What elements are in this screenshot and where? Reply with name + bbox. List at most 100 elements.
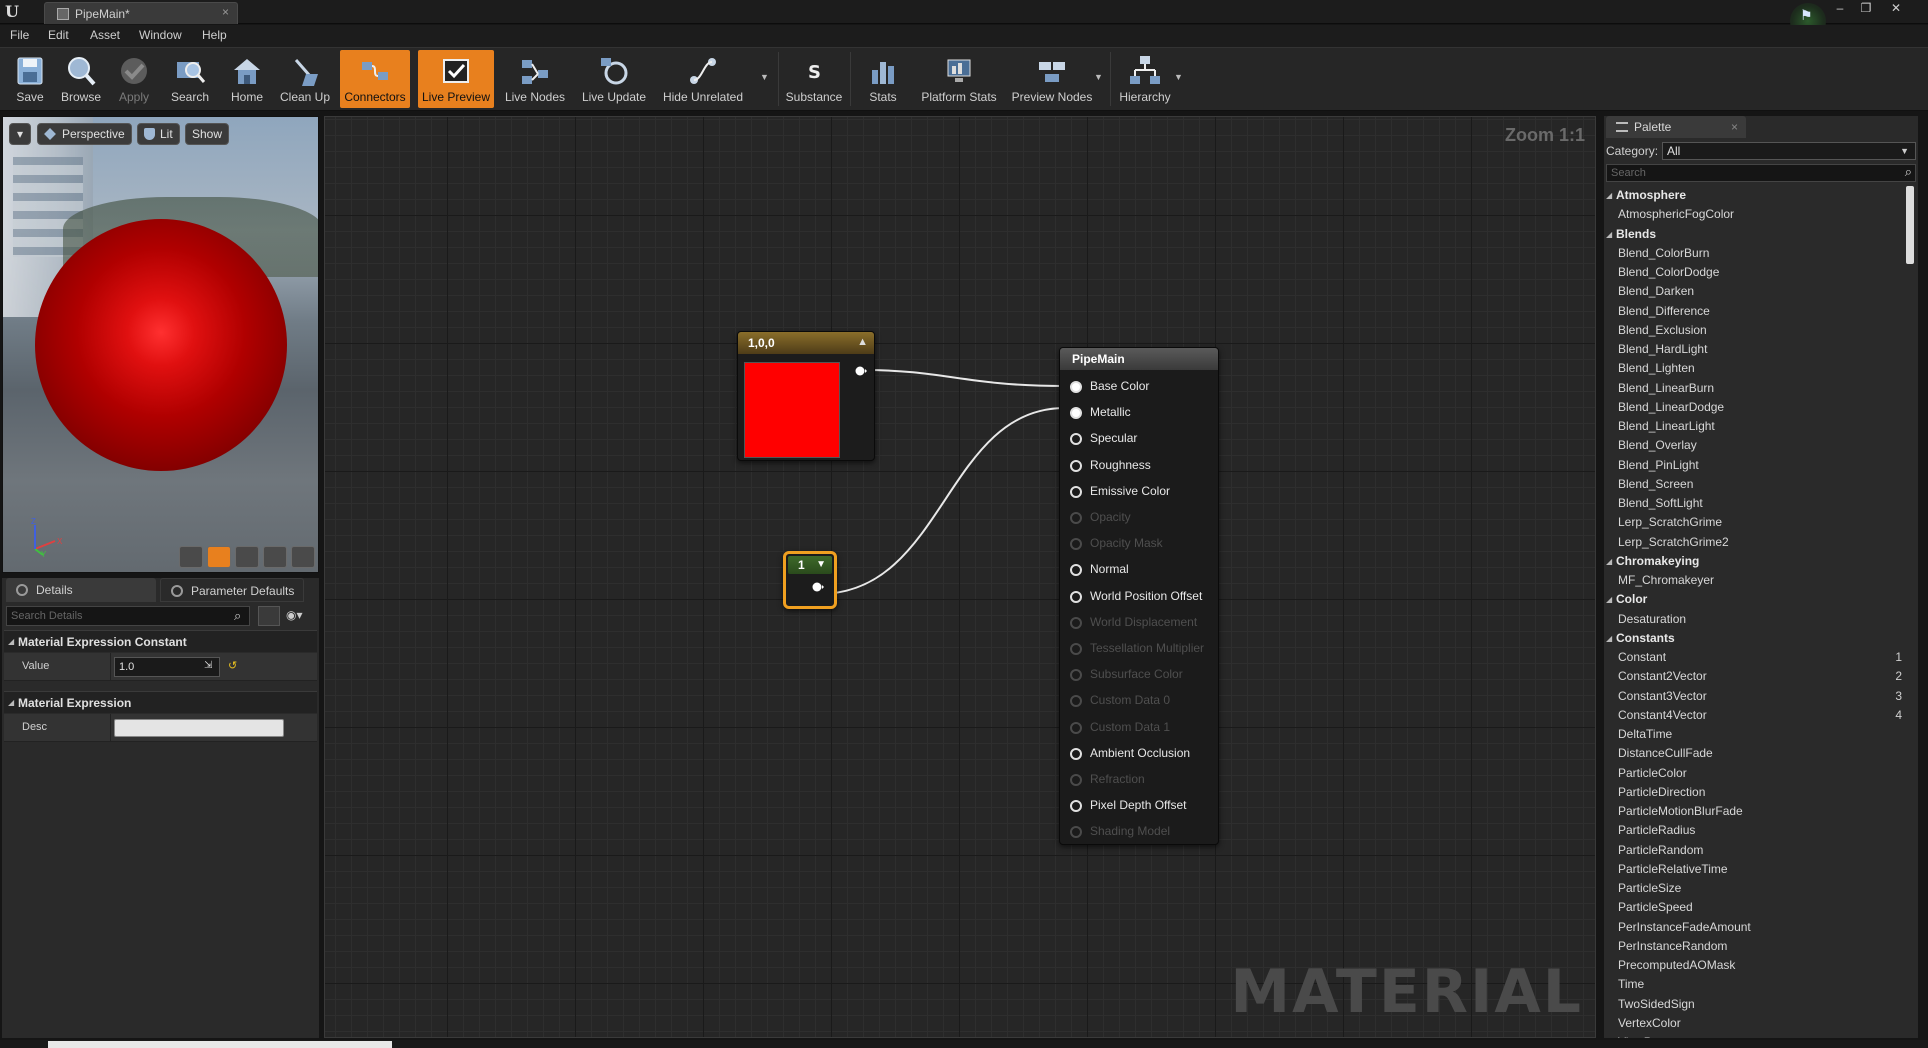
category-dropdown[interactable]: All (1662, 142, 1916, 160)
palette-category-color[interactable]: Color (1604, 590, 1904, 609)
material-graph[interactable]: Zoom 1:1 MATERIAL 1,0,0 ▲ 1 ▼ PipeMain Ba… (324, 116, 1596, 1038)
horizontal-scrollbar[interactable] (48, 1041, 392, 1048)
palette-item-vertexcolor[interactable]: VertexColor (1604, 1014, 1904, 1033)
constant3vector-node[interactable]: 1,0,0 ▲ (737, 331, 875, 461)
palette-item-blend-linearburn[interactable]: Blend_LinearBurn (1604, 379, 1904, 398)
tab-details[interactable]: Details (6, 578, 156, 602)
palette-item-blend-colordodge[interactable]: Blend_ColorDodge (1604, 263, 1904, 282)
preview-sphere-button[interactable] (207, 546, 231, 568)
palette-item-viewproperty[interactable]: ViewProperty (1604, 1033, 1904, 1038)
palette-item-blend-colorburn[interactable]: Blend_ColorBurn (1604, 244, 1904, 263)
hide-unrelated-button[interactable]: Hide Unrelated (658, 50, 748, 108)
palette-item-distancecullfade[interactable]: DistanceCullFade (1604, 744, 1904, 763)
menu-window[interactable]: Window (139, 28, 182, 42)
perspective-button[interactable]: Perspective (37, 123, 132, 145)
browse-button[interactable]: Browse (56, 50, 106, 108)
apply-button[interactable]: Apply (110, 50, 158, 108)
save-button[interactable]: Save (6, 50, 54, 108)
close-window-icon[interactable]: ✕ (1884, 0, 1908, 16)
hide-unrelated-dropdown-icon[interactable]: ▼ (760, 72, 769, 82)
menu-file[interactable]: File (10, 28, 29, 42)
hierarchy-button[interactable]: Hierarchy (1114, 50, 1176, 108)
pin-circle-icon[interactable] (1070, 459, 1082, 472)
stats-button[interactable]: Stats (858, 50, 908, 108)
palette-item-perinstancerandom[interactable]: PerInstanceRandom (1604, 937, 1904, 956)
section-material-expression-constant[interactable]: Material Expression Constant (4, 630, 317, 653)
minimize-icon[interactable]: – (1828, 0, 1852, 16)
palette-search-input[interactable]: Search (1606, 164, 1916, 182)
substance-button[interactable]: S Substance (782, 50, 846, 108)
palette-item-blend-darken[interactable]: Blend_Darken (1604, 282, 1904, 301)
pin-circle-icon[interactable] (1070, 800, 1082, 813)
palette-category-atmosphere[interactable]: Atmosphere (1604, 186, 1904, 205)
palette-item-blend-exclusion[interactable]: Blend_Exclusion (1604, 321, 1904, 340)
palette-item-perinstancefadeamount[interactable]: PerInstanceFadeAmount (1604, 918, 1904, 937)
pin-circle-icon[interactable] (1070, 433, 1082, 446)
details-search-input[interactable]: Search Details (6, 606, 250, 626)
preview-nodes-button[interactable]: Preview Nodes (1008, 50, 1096, 108)
palette-item-blend-lineardodge[interactable]: Blend_LinearDodge (1604, 398, 1904, 417)
palette-item-constant[interactable]: Constant 1 (1604, 648, 1904, 667)
preview-plane-button[interactable] (235, 546, 259, 568)
palette-item-particlerandom[interactable]: ParticleRandom (1604, 841, 1904, 860)
live-update-button[interactable]: Live Update (576, 50, 652, 108)
tab-parameter-defaults[interactable]: Parameter Defaults (160, 578, 304, 602)
live-preview-button[interactable]: Live Preview (418, 50, 494, 108)
desc-input[interactable] (114, 719, 284, 737)
pin-circle-icon[interactable] (1070, 381, 1082, 393)
preview-mesh-button[interactable] (291, 546, 315, 568)
pin-circle-icon[interactable] (1070, 564, 1082, 577)
palette-item-particlesize[interactable]: ParticleSize (1604, 879, 1904, 898)
palette-item-atmosphericfogcolor[interactable]: AtmosphericFogColor (1604, 205, 1904, 224)
pipemain-result-node[interactable]: PipeMain Base Color Metallic Specular Rough… (1059, 347, 1219, 845)
clean-up-button[interactable]: Clean Up (274, 50, 336, 108)
preview-cylinder-button[interactable] (179, 546, 203, 568)
constant-node[interactable]: 1 ▼ (783, 551, 837, 609)
platform-stats-button[interactable]: Platform Stats (914, 50, 1004, 108)
view-options-icon[interactable]: ◉▾ (286, 608, 303, 622)
palette-item-lerp-scratchgrime2[interactable]: Lerp_ScratchGrime2 (1604, 533, 1904, 552)
show-button[interactable]: Show (185, 123, 230, 145)
palette-category-constants[interactable]: Constants (1604, 629, 1904, 648)
preview-nodes-dropdown-icon[interactable]: ▼ (1094, 72, 1103, 82)
restore-icon[interactable]: ❐ (1854, 0, 1878, 16)
reset-to-default-icon[interactable]: ↺ (228, 659, 237, 672)
palette-item-particleradius[interactable]: ParticleRadius (1604, 821, 1904, 840)
palette-item-blend-lighten[interactable]: Blend_Lighten (1604, 359, 1904, 378)
section-material-expression[interactable]: Material Expression (4, 691, 317, 714)
output-pin-icon[interactable] (855, 366, 867, 376)
menu-asset[interactable]: Asset (90, 28, 120, 42)
live-nodes-button[interactable]: Live Nodes (500, 50, 570, 108)
palette-item-particlespeed[interactable]: ParticleSpeed (1604, 898, 1904, 917)
palette-item-mf-chromakeyer[interactable]: MF_Chromakeyer (1604, 571, 1904, 590)
palette-item-blend-difference[interactable]: Blend_Difference (1604, 302, 1904, 321)
palette-item-blend-pinlight[interactable]: Blend_PinLight (1604, 456, 1904, 475)
palette-item-blend-overlay[interactable]: Blend_Overlay (1604, 436, 1904, 455)
palette-item-particlerelativetime[interactable]: ParticleRelativeTime (1604, 860, 1904, 879)
close-tab-icon[interactable]: × (222, 5, 229, 19)
expand-icon[interactable]: ▼ (816, 556, 826, 574)
menu-edit[interactable]: Edit (48, 28, 69, 42)
close-icon[interactable]: × (1731, 116, 1738, 138)
palette-item-constant4vector[interactable]: Constant4Vector 4 (1604, 706, 1904, 725)
palette-item-blend-hardlight[interactable]: Blend_HardLight (1604, 340, 1904, 359)
document-tab[interactable]: PipeMain* × (44, 2, 238, 24)
palette-category-chromakeying[interactable]: Chromakeying (1604, 552, 1904, 571)
palette-item-lerp-scratchgrime[interactable]: Lerp_ScratchGrime (1604, 513, 1904, 532)
palette-item-blend-linearlight[interactable]: Blend_LinearLight (1604, 417, 1904, 436)
search-button[interactable]: Search (164, 50, 216, 108)
menu-help[interactable]: Help (202, 28, 227, 42)
tab-palette[interactable]: Palette × (1606, 116, 1746, 138)
preview-viewport[interactable]: ▾ Perspective Lit Show X Y Z (2, 116, 319, 573)
palette-category-blends[interactable]: Blends (1604, 225, 1904, 244)
palette-item-particledirection[interactable]: ParticleDirection (1604, 783, 1904, 802)
palette-item-twosidedsign[interactable]: TwoSidedSign (1604, 995, 1904, 1014)
palette-item-constant2vector[interactable]: Constant2Vector 2 (1604, 667, 1904, 686)
lit-button[interactable]: Lit (137, 123, 180, 145)
pin-circle-icon[interactable] (1070, 747, 1082, 760)
connectors-button[interactable]: Connectors (340, 50, 410, 108)
palette-item-precomputedaomask[interactable]: PrecomputedAOMask (1604, 956, 1904, 975)
spin-handle-icon[interactable]: ⇲ (204, 660, 212, 671)
palette-item-blend-screen[interactable]: Blend_Screen (1604, 475, 1904, 494)
palette-item-particlemotionblurfade[interactable]: ParticleMotionBlurFade (1604, 802, 1904, 821)
